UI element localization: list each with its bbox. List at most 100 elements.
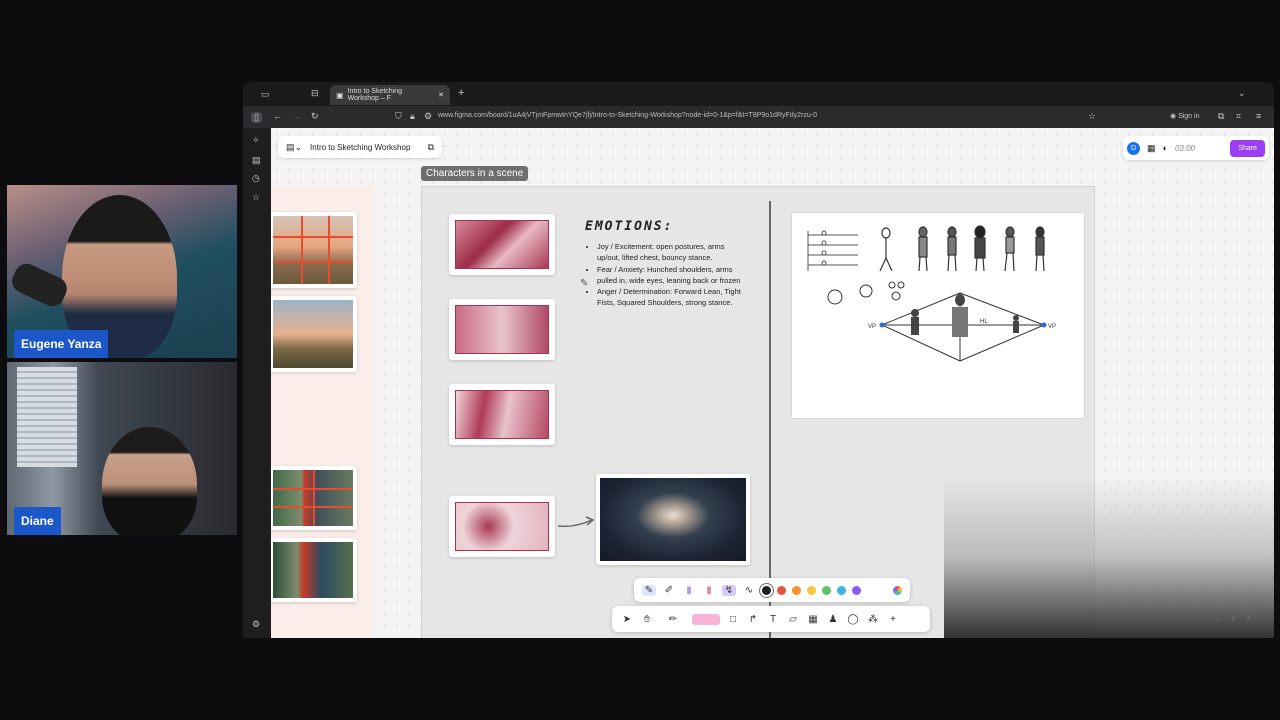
participant-video (102, 427, 197, 535)
storyboard-sketch-joy[interactable] (449, 214, 555, 275)
sidebar-toggle-icon[interactable]: ▯ (251, 112, 262, 123)
save-icon[interactable]: ▤ (252, 156, 261, 165)
text-icon[interactable]: T (766, 614, 780, 625)
highlighter-tool-icon[interactable] (692, 613, 720, 625)
timer-icon[interactable]: ◐ (1163, 143, 1168, 153)
file-menu[interactable]: ▤⌄ Intro to Sketching Workshop ⧉ (278, 136, 442, 158)
pages-icon[interactable]: ⧉ (428, 142, 434, 153)
color-picker-icon[interactable] (893, 585, 902, 595)
tab-bar: ▭ ⊟ ▣ Intro to Sketching Workshop – F ✕ … (243, 82, 1274, 106)
figjam-menu-icon[interactable]: ▤⌄ (286, 142, 302, 153)
list-item: Joy / Excitement: open postures, arms up… (597, 241, 747, 264)
sign-in-label: Sign in (1178, 113, 1200, 120)
zoom-out-icon[interactable]: − (1215, 614, 1220, 624)
squiggle-icon[interactable]: ∿ (742, 585, 756, 596)
timer-value[interactable]: 03:00 (1175, 144, 1195, 153)
list-item: Anger / Determination: Forward Lean, Tig… (597, 286, 747, 309)
list-item: Fear / Anxiety: Hunched shoulders, arms … (597, 264, 747, 287)
storyboard-sketch-fear[interactable] (449, 299, 555, 360)
participant-name-tag: Eugene Yanza (14, 330, 109, 358)
marker-icon[interactable]: ✐ (662, 585, 676, 596)
hand-icon[interactable]: ✋︎ (640, 614, 654, 625)
back-icon[interactable]: ← (273, 112, 282, 121)
color-red[interactable] (777, 585, 786, 595)
comment-icon[interactable]: ◯ (846, 614, 860, 625)
table-icon[interactable]: ▦ (806, 614, 820, 625)
share-button[interactable]: Share (1230, 139, 1265, 157)
pen-options-bar: ✎ ✐ ▮ ▮ ↯ ∿ (634, 578, 910, 602)
zoom-controls: − + ? (1215, 614, 1251, 624)
widgets-icon[interactable]: ⁂ (866, 614, 880, 625)
url-text[interactable]: www.figma.com/board/1uA4jVTjmFpmwtnYQe7j… (438, 112, 817, 119)
color-yellow[interactable] (807, 585, 816, 595)
plus-icon[interactable]: + (886, 614, 900, 625)
tab-title: Intro to Sketching Workshop – F (347, 88, 403, 102)
emotions-heading[interactable]: EMOTIONS: (585, 219, 673, 234)
stamp-icon[interactable]: ♟ (826, 614, 840, 625)
pencil-icon[interactable]: ✎ (642, 584, 656, 596)
color-orange[interactable] (792, 585, 801, 595)
chevron-down-icon[interactable]: ⌄ (1238, 89, 1246, 98)
reference-photo-traffic[interactable] (271, 538, 357, 602)
color-blue[interactable] (837, 585, 846, 595)
pen-icon[interactable]: ✏ (660, 614, 686, 625)
emotions-list[interactable]: Joy / Excitement: open postures, arms up… (587, 241, 747, 309)
history-icon[interactable]: ◷ (252, 174, 260, 183)
settings-icon[interactable]: ⚙ (252, 620, 260, 629)
zoom-in-icon[interactable]: + (1230, 614, 1235, 624)
shape-icon[interactable]: □ (726, 614, 740, 625)
vanishing-point-right-label: VP (1048, 324, 1056, 330)
collab-bar: D ▦ ◐ 03:00 Share (1123, 136, 1269, 160)
browser-window: ▭ ⊟ ▣ Intro to Sketching Workshop – F ✕ … (243, 82, 1274, 638)
storyboard-sketch-anger[interactable] (449, 384, 555, 445)
main-toolbar: ➤ ✋︎ ✏ □ ↱ T ▱ ▦ ♟ ◯ ⁂ + (612, 606, 930, 632)
star-icon[interactable]: ☆ (252, 193, 260, 202)
reload-icon[interactable]: ↻ (311, 112, 319, 121)
vanishing-point-left-label: VP (868, 324, 876, 330)
ai-sparkle-icon[interactable]: ✧ (252, 136, 260, 145)
menu-icon[interactable]: ≡ (1256, 112, 1261, 121)
browser-sidebar: ✧ ▤ ◷ ☆ ⚙ (243, 128, 271, 638)
video-tile-diane: Diane (7, 362, 237, 535)
sign-in-button[interactable]: ◉ Sign in (1170, 113, 1199, 120)
storyboard-sketch-spin[interactable] (449, 496, 555, 557)
reference-photo-traffic-grid[interactable] (271, 466, 357, 530)
extensions-icon[interactable]: ⧉ (1218, 112, 1224, 121)
participant-name-tag: Diane (14, 507, 61, 535)
close-icon[interactable]: ✕ (438, 91, 444, 99)
crop-icon[interactable]: ⌗ (1236, 112, 1241, 121)
lasso-icon[interactable]: ↯ (722, 584, 736, 596)
tab-list-icon[interactable]: ▭ (261, 90, 270, 99)
eraser-icon[interactable]: ▮ (702, 585, 716, 596)
color-purple[interactable] (852, 585, 861, 595)
shield-icon[interactable]: ⛉ (395, 112, 402, 121)
lock-icon[interactable]: 🔒︎ (410, 112, 415, 121)
layout-icon[interactable]: ▦ (1147, 143, 1156, 154)
section-label[interactable]: Characters in a scene (421, 166, 529, 181)
divider-line[interactable] (769, 201, 771, 638)
avatar[interactable]: D (1127, 141, 1140, 155)
connector-icon[interactable]: ↱ (746, 614, 760, 625)
horizon-line-label: HL (980, 319, 988, 325)
arrow-connector[interactable] (556, 512, 596, 532)
highlighter-icon[interactable]: ▮ (682, 585, 696, 596)
workspaces-icon[interactable]: ⊟ (311, 89, 319, 98)
perspective-sketch-card[interactable]: VP VP HL (791, 212, 1085, 419)
cursor-icon[interactable]: ➤ (620, 614, 634, 625)
color-black[interactable] (762, 585, 771, 595)
perspective-sketch: VP VP HL (807, 225, 1056, 362)
window-blinds (17, 367, 77, 467)
reference-photo-desert-grid[interactable] (271, 212, 357, 288)
help-icon[interactable]: ? (1246, 614, 1251, 624)
color-green[interactable] (822, 585, 831, 595)
sticky-icon[interactable]: ▱ (786, 614, 800, 625)
final-illustration[interactable] (596, 474, 750, 565)
tab-figma[interactable]: ▣ Intro to Sketching Workshop – F ✕ (330, 85, 450, 105)
figjam-canvas[interactable]: ▤⌄ Intro to Sketching Workshop ⧉ D ▦ ◐ 0… (271, 128, 1274, 638)
site-settings-icon[interactable]: ⚙ (424, 112, 432, 121)
new-tab-icon[interactable]: + (458, 88, 464, 99)
bookmark-icon[interactable]: ☆ (1088, 112, 1096, 121)
reference-photo-desert[interactable] (271, 296, 357, 372)
file-name[interactable]: Intro to Sketching Workshop (310, 143, 410, 152)
forward-icon[interactable]: → (292, 112, 301, 121)
